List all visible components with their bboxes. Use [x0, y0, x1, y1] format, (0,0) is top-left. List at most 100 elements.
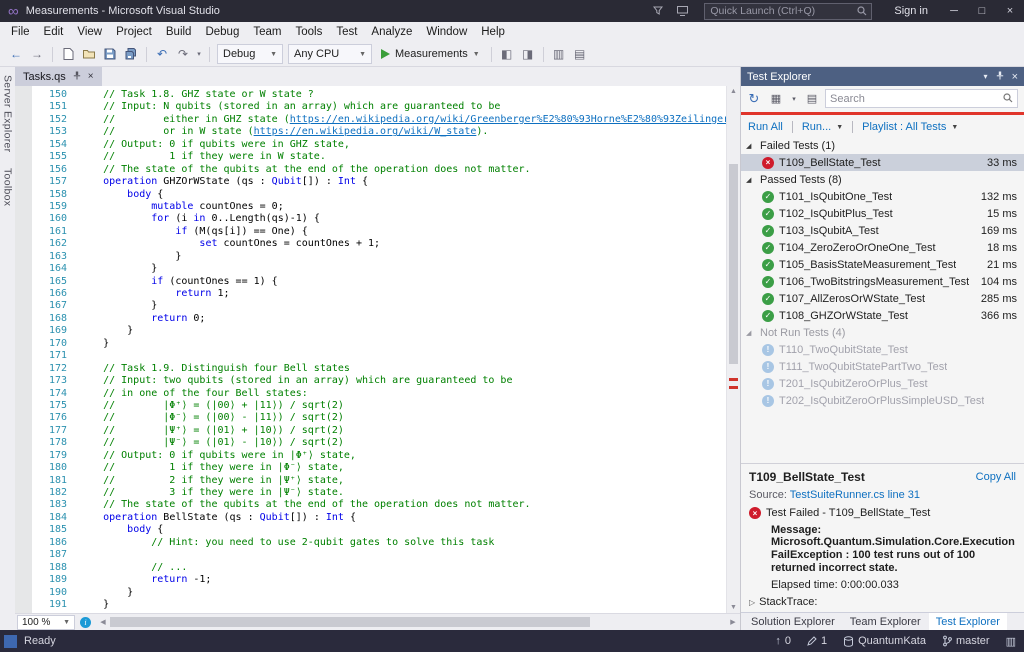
pin-icon[interactable]	[996, 71, 1004, 82]
background-tasks-icon[interactable]	[4, 635, 17, 648]
menu-analyze[interactable]: Analyze	[364, 24, 419, 40]
chevron-down-icon: ▼	[359, 51, 366, 58]
pending-changes-button[interactable]: 1	[799, 630, 835, 652]
scroll-up-icon[interactable]: ▲	[727, 88, 740, 95]
unpushed-commits-button[interactable]: ↑ 0	[767, 630, 799, 652]
test-item[interactable]: ✓T108_GHZOrWState_Test366 ms	[741, 307, 1024, 324]
maximize-button[interactable]: □	[968, 0, 996, 22]
attach-debugger-icon[interactable]: ◧	[497, 44, 517, 64]
test-search-input[interactable]	[830, 93, 1003, 105]
test-item[interactable]: ✓T102_IsQubitPlus_Test15 ms	[741, 205, 1024, 222]
menu-window[interactable]: Window	[419, 24, 474, 40]
run-menu-link[interactable]: Run...	[802, 121, 831, 133]
breakpoint-margin[interactable]	[15, 86, 32, 613]
playlist-icon[interactable]: ▤	[803, 90, 821, 108]
vertical-scrollbar[interactable]: ▲ ▼	[726, 86, 740, 613]
test-item[interactable]: ✓T107_AllZerosOrWState_Test285 ms	[741, 290, 1024, 307]
source-link[interactable]: TestSuiteRunner.cs line 31	[790, 489, 920, 501]
redo-icon[interactable]: ↷	[173, 44, 193, 64]
side-tab-server-explorer[interactable]: Server Explorer	[2, 75, 14, 152]
menu-test[interactable]: Test	[329, 24, 364, 40]
navigate-forward-icon[interactable]: →	[27, 44, 47, 64]
test-item[interactable]: ✓T104_ZeroZeroOrOneOne_Test18 ms	[741, 239, 1024, 256]
run-all-link[interactable]: Run All	[748, 121, 783, 133]
window-position-icon[interactable]: ▾	[984, 72, 988, 81]
code-line: // |Φ⁻⟩ = (|00⟩ - |11⟩) / sqrt(2)	[79, 412, 726, 424]
test-item[interactable]: !T202_IsQubitZeroOrPlusSimpleUSD_Test	[741, 392, 1024, 409]
close-button[interactable]: ×	[996, 0, 1024, 22]
panel-tab-test-explorer[interactable]: Test Explorer	[929, 613, 1007, 630]
menu-project[interactable]: Project	[109, 24, 159, 40]
open-file-icon[interactable]	[79, 44, 99, 64]
screen-share-icon[interactable]	[670, 6, 694, 16]
test-group-failed[interactable]: ◢Failed Tests (1)	[741, 137, 1024, 154]
scrollbar-thumb[interactable]	[110, 617, 590, 627]
playlist-link[interactable]: Playlist : All Tests	[862, 121, 946, 133]
test-item[interactable]: !T111_TwoQubitStatePartTwo_Test	[741, 358, 1024, 375]
document-tab-tasks-qs[interactable]: Tasks.qs ×	[15, 67, 102, 86]
menu-tools[interactable]: Tools	[288, 24, 329, 40]
quick-launch-box[interactable]	[704, 3, 872, 20]
test-item[interactable]: !T110_TwoQubitState_Test	[741, 341, 1024, 358]
chevron-down-icon[interactable]: ▾	[789, 90, 799, 108]
minimize-button[interactable]: ─	[940, 0, 968, 22]
test-item[interactable]: ✓T103_IsQubitA_Test169 ms	[741, 222, 1024, 239]
health-indicator-icon[interactable]: i	[80, 617, 91, 628]
code-content[interactable]: // Task 1.8. GHZ state or W state ? // I…	[79, 86, 726, 613]
scroll-left-icon[interactable]: ◀	[96, 618, 110, 626]
save-icon[interactable]	[100, 44, 120, 64]
undo-icon[interactable]: ↶	[152, 44, 172, 64]
scroll-down-icon[interactable]: ▼	[727, 604, 740, 611]
line-number: 186	[32, 537, 67, 549]
close-tab-icon[interactable]: ×	[88, 71, 94, 82]
panel-tab-solution-explorer[interactable]: Solution Explorer	[744, 613, 842, 630]
menu-edit[interactable]: Edit	[37, 24, 71, 40]
test-item[interactable]: ×T109_BellState_Test33 ms	[741, 154, 1024, 171]
code-editor[interactable]: 1501511521531541551561571581591601611621…	[15, 86, 740, 613]
new-file-icon[interactable]	[58, 44, 78, 64]
quick-launch-input[interactable]	[705, 5, 857, 17]
feedback-icon[interactable]	[646, 6, 670, 16]
menu-file[interactable]: File	[4, 24, 37, 40]
menu-build[interactable]: Build	[159, 24, 199, 40]
build-icon[interactable]: ◨	[518, 44, 538, 64]
test-item[interactable]: ✓T101_IsQubitOne_Test132 ms	[741, 188, 1024, 205]
horizontal-scrollbar[interactable]	[110, 614, 726, 630]
copy-all-link[interactable]: Copy All	[976, 471, 1016, 483]
menu-help[interactable]: Help	[474, 24, 512, 40]
group-by-icon[interactable]: ▦	[767, 90, 785, 108]
undo-dropdown-icon[interactable]: ▾	[194, 44, 204, 64]
menu-view[interactable]: View	[70, 24, 109, 40]
navigate-back-icon[interactable]: ←	[6, 44, 26, 64]
test-item[interactable]: !T201_IsQubitZeroOrPlus_Test	[741, 375, 1024, 392]
line-number: 176	[32, 412, 67, 424]
scrollbar-thumb[interactable]	[729, 164, 738, 364]
find-in-files-icon[interactable]: ▥	[549, 44, 569, 64]
menu-team[interactable]: Team	[246, 24, 288, 40]
stacktrace-row[interactable]: ▷ StackTrace:	[749, 596, 1016, 608]
test-group-passed[interactable]: ◢Passed Tests (8)	[741, 171, 1024, 188]
test-item[interactable]: ✓T105_BasisStateMeasurement_Test21 ms	[741, 256, 1024, 273]
test-item[interactable]: ✓T106_TwoBitstringsMeasurement_Test104 m…	[741, 273, 1024, 290]
test-duration: 285 ms	[975, 293, 1017, 305]
test-group-notrun[interactable]: ◢Not Run Tests (4)	[741, 324, 1024, 341]
close-icon[interactable]: ×	[1012, 71, 1018, 83]
line-number: 158	[32, 189, 67, 201]
comment-icon[interactable]: ▤	[570, 44, 590, 64]
pin-icon[interactable]	[73, 71, 81, 83]
solution-configurations-combo[interactable]: Debug▼	[217, 44, 283, 64]
branch-button[interactable]: master	[934, 630, 998, 652]
panel-tab-team-explorer[interactable]: Team Explorer	[843, 613, 928, 630]
zoom-combo[interactable]: 100 %▼	[17, 615, 75, 630]
sign-in-link[interactable]: Sign in	[894, 5, 928, 17]
save-all-icon[interactable]	[121, 44, 141, 64]
menu-debug[interactable]: Debug	[198, 24, 246, 40]
start-debugging-button[interactable]: Measurements ▼	[375, 44, 486, 64]
solution-platforms-combo[interactable]: Any CPU▼	[288, 44, 372, 64]
editor-layout-icon[interactable]: ▥	[998, 630, 1024, 652]
side-tab-toolbox[interactable]: Toolbox	[2, 168, 14, 206]
run-tests-after-build-icon[interactable]: ↻	[745, 90, 763, 108]
test-search-box[interactable]	[825, 89, 1018, 108]
scroll-right-icon[interactable]: ▶	[726, 618, 740, 626]
repository-button[interactable]: QuantumKata	[835, 630, 934, 652]
